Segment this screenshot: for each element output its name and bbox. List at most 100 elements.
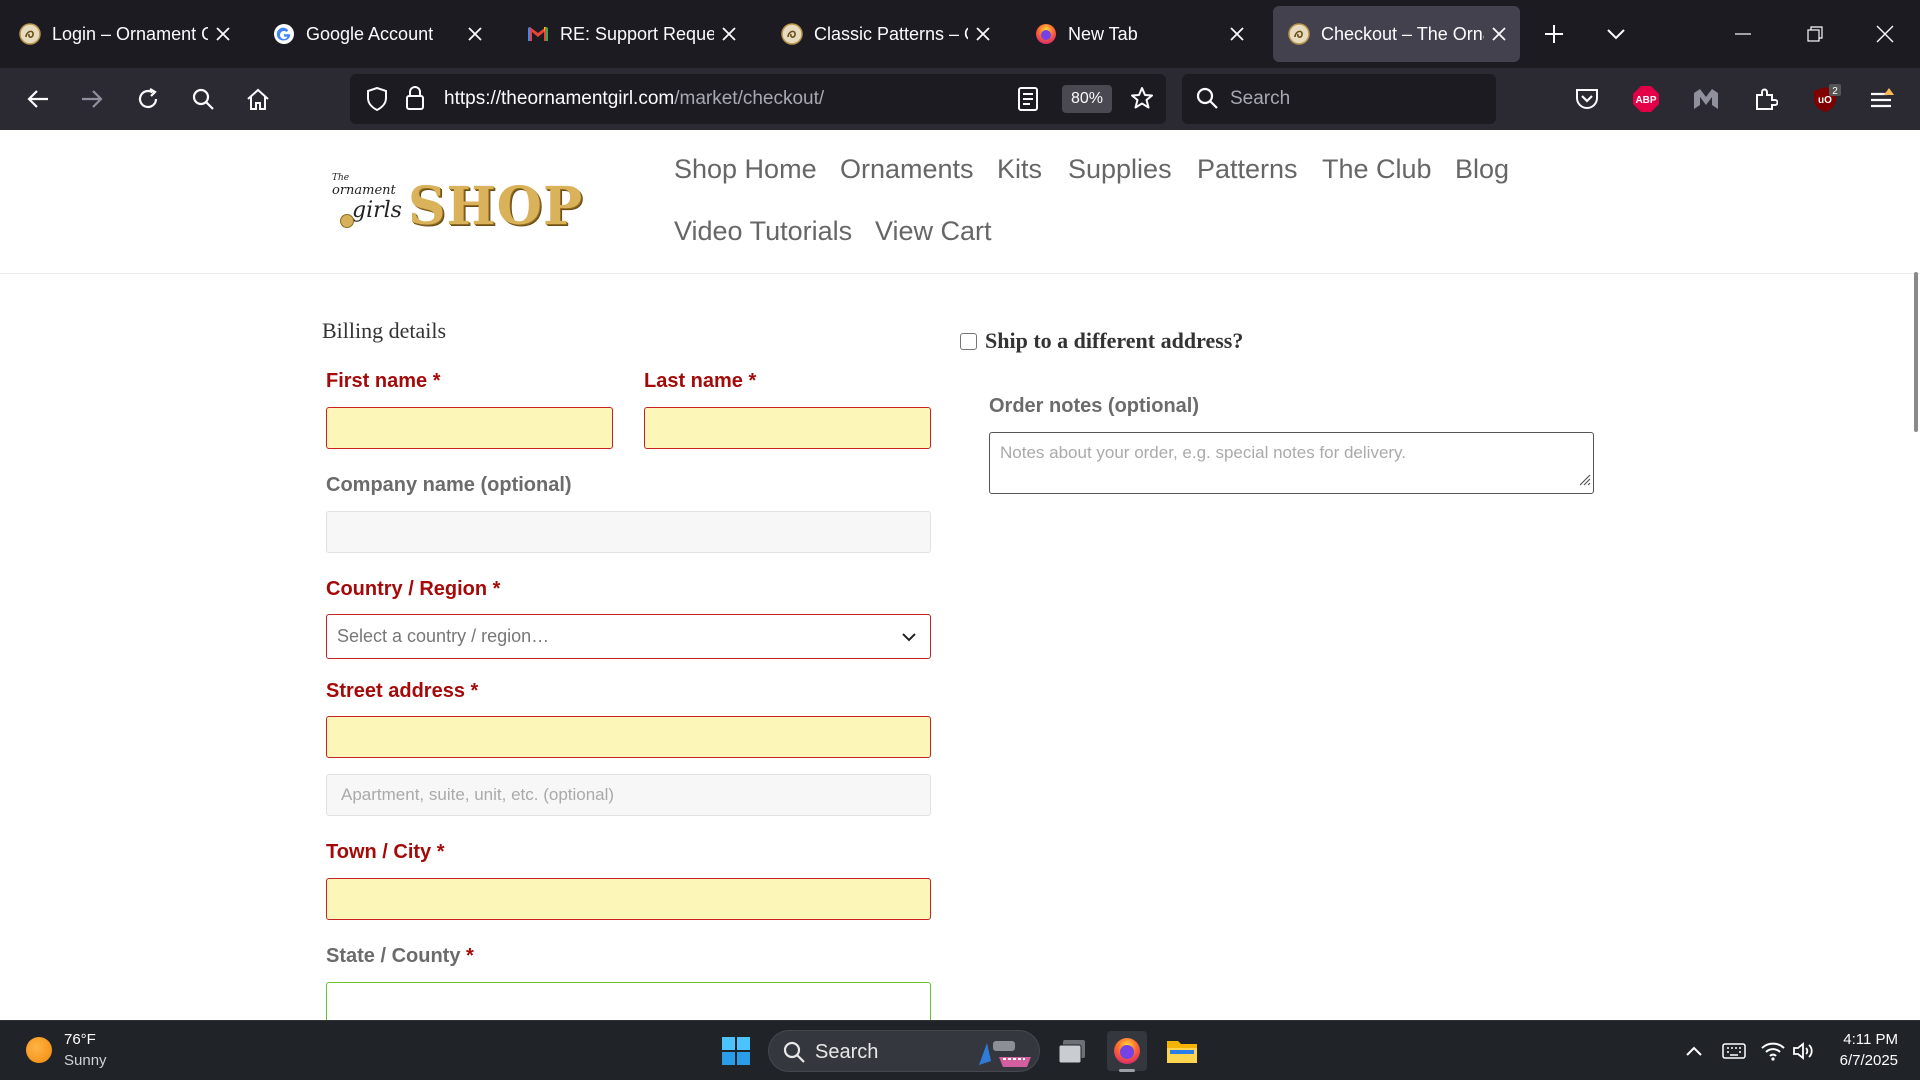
- nav-the-club[interactable]: The Club: [1322, 154, 1432, 185]
- reader-view-icon[interactable]: [1018, 87, 1038, 116]
- ship-to-different-address-checkbox[interactable]: [960, 332, 977, 350]
- clock-date[interactable]: 6/7/2025: [1834, 1052, 1898, 1069]
- adblock-plus-icon[interactable]: ABP: [1628, 81, 1664, 117]
- ship-to-different-address-row[interactable]: Ship to a different address?: [960, 328, 1243, 354]
- close-tab-icon[interactable]: [968, 19, 998, 49]
- firefox-taskbar-icon[interactable]: [1107, 1031, 1147, 1072]
- tab-new-tab[interactable]: New Tab: [1020, 6, 1258, 62]
- nav-kits[interactable]: Kits: [997, 154, 1042, 185]
- chevron-down-icon: [902, 626, 916, 647]
- windows-taskbar: 76°F Sunny Search 4:11 PM 6/7/2025: [0, 1020, 1920, 1080]
- tab-login-ornament-girl[interactable]: Login – Ornament Girl: [4, 6, 244, 62]
- ornament-ball-icon: [340, 214, 354, 228]
- nav-video-tutorials[interactable]: Video Tutorials: [674, 216, 852, 247]
- ornament-girl-favicon-icon: [780, 22, 804, 46]
- file-explorer-icon[interactable]: [1162, 1031, 1202, 1071]
- billing-details-heading: Billing details: [322, 318, 447, 343]
- street-address-line1-field[interactable]: [326, 716, 931, 758]
- tab-classic-patterns[interactable]: Classic Patterns – Orna: [766, 6, 1004, 62]
- padlock-icon[interactable]: [405, 86, 425, 115]
- keyboard-icon[interactable]: [1714, 1031, 1754, 1071]
- state-county-select[interactable]: [326, 982, 931, 1020]
- ublock-origin-icon[interactable]: uO 2: [1808, 81, 1844, 117]
- task-view-icon[interactable]: [1052, 1031, 1092, 1071]
- restore-window-icon[interactable]: [1780, 0, 1850, 68]
- close-tab-icon[interactable]: [460, 19, 490, 49]
- company-name-field[interactable]: [326, 511, 931, 553]
- street-address-line2-field[interactable]: Apartment, suite, unit, etc. (optional): [326, 774, 931, 816]
- site-header: The ornament girls SHOP Shop Home Orname…: [0, 130, 1920, 274]
- country-region-label: Country / Region *: [326, 578, 501, 600]
- first-name-label: First name *: [326, 370, 441, 392]
- pocket-icon[interactable]: [1569, 81, 1605, 117]
- clock-time[interactable]: 4:11 PM: [1834, 1031, 1898, 1048]
- address-bar[interactable]: https://theornamentgirl.com/market/check…: [350, 74, 1166, 124]
- app-menu-hamburger-icon[interactable]: [1864, 81, 1900, 117]
- nav-supplies[interactable]: Supplies: [1068, 154, 1172, 185]
- close-tab-icon[interactable]: [208, 19, 238, 49]
- back-arrow-icon[interactable]: [16, 77, 60, 121]
- ornament-girls-shop-logo[interactable]: The ornament girls SHOP: [326, 170, 582, 237]
- list-all-tabs-chevron-icon[interactable]: [1596, 14, 1636, 54]
- forward-arrow-icon[interactable]: [70, 77, 114, 121]
- last-name-field[interactable]: [644, 407, 931, 449]
- search-icon: [783, 1041, 805, 1068]
- nav-shop-home[interactable]: Shop Home: [674, 154, 817, 185]
- minimize-window-icon[interactable]: [1708, 0, 1778, 68]
- zoom-level-button[interactable]: 80%: [1062, 85, 1112, 113]
- tab-support-request-gmail[interactable]: RE: Support Request -: [512, 6, 750, 62]
- ornament-girl-favicon-icon: [18, 22, 42, 46]
- logo-text-ornament: ornament: [332, 183, 396, 198]
- ornament-girl-favicon-icon: [1287, 22, 1311, 46]
- firefox-favicon-icon: [1034, 22, 1058, 46]
- logo-text-girls: girls: [352, 198, 402, 223]
- weather-condition[interactable]: Sunny: [64, 1052, 107, 1069]
- close-tab-icon[interactable]: [1484, 19, 1514, 49]
- reload-icon[interactable]: [126, 77, 170, 121]
- volume-icon[interactable]: [1784, 1031, 1824, 1071]
- tab-title: Classic Patterns – Orna: [814, 23, 968, 44]
- search-icon[interactable]: [181, 77, 225, 121]
- street-address-label: Street address *: [326, 680, 479, 702]
- close-tab-icon[interactable]: [1222, 19, 1252, 49]
- order-notes-placeholder: Notes about your order, e.g. special not…: [1000, 443, 1407, 462]
- weather-temperature[interactable]: 76°F: [64, 1031, 96, 1048]
- order-notes-label: Order notes (optional): [989, 395, 1199, 417]
- nav-blog[interactable]: Blog: [1455, 154, 1509, 185]
- close-window-icon[interactable]: [1850, 0, 1920, 68]
- show-hidden-icons-chevron-icon[interactable]: [1674, 1031, 1714, 1071]
- sun-weather-icon[interactable]: [26, 1037, 52, 1063]
- taskbar-search-box[interactable]: Search: [768, 1030, 1040, 1072]
- first-name-field[interactable]: [326, 407, 613, 449]
- gmail-favicon-icon: [526, 22, 550, 46]
- tracking-protection-shield-icon[interactable]: [366, 86, 388, 116]
- country-region-select[interactable]: Select a country / region…: [326, 614, 931, 659]
- url-path: /market/checkout/: [674, 88, 825, 109]
- extensions-puzzle-icon[interactable]: [1748, 81, 1784, 117]
- windows-start-icon[interactable]: [716, 1031, 756, 1071]
- bookmark-star-icon[interactable]: [1130, 86, 1154, 115]
- navigation-toolbar: https://theornamentgirl.com/market/check…: [0, 68, 1920, 130]
- browser-search-bar[interactable]: Search: [1182, 74, 1496, 124]
- company-name-label: Company name (optional): [326, 474, 572, 496]
- url-host: https://theornamentgirl.com: [444, 88, 675, 109]
- nav-view-cart[interactable]: View Cart: [875, 216, 992, 247]
- order-notes-textarea[interactable]: Notes about your order, e.g. special not…: [989, 432, 1594, 494]
- malwarebytes-icon[interactable]: [1688, 81, 1724, 117]
- last-name-label: Last name *: [644, 370, 757, 392]
- page-scrollbar-thumb[interactable]: [1914, 272, 1918, 432]
- nav-ornaments[interactable]: Ornaments: [840, 154, 974, 185]
- home-icon[interactable]: [236, 77, 280, 121]
- resize-grip-icon[interactable]: [1577, 472, 1591, 491]
- nav-patterns[interactable]: Patterns: [1197, 154, 1298, 185]
- town-city-field[interactable]: [326, 878, 931, 920]
- url-text[interactable]: https://theornamentgirl.com/market/check…: [444, 88, 824, 110]
- close-tab-icon[interactable]: [714, 19, 744, 49]
- tab-title: New Tab: [1068, 23, 1138, 44]
- ship-to-different-address-label[interactable]: Ship to a different address?: [985, 328, 1243, 354]
- tab-google-account[interactable]: Google Account: [258, 6, 496, 62]
- tab-checkout[interactable]: Checkout – The Ornam: [1273, 6, 1520, 62]
- browser-tab-strip: Login – Ornament Girl Google Account RE:…: [0, 0, 1920, 68]
- search-highlight-illustration-icon: [977, 1035, 1033, 1074]
- new-tab-plus-icon[interactable]: [1534, 14, 1574, 54]
